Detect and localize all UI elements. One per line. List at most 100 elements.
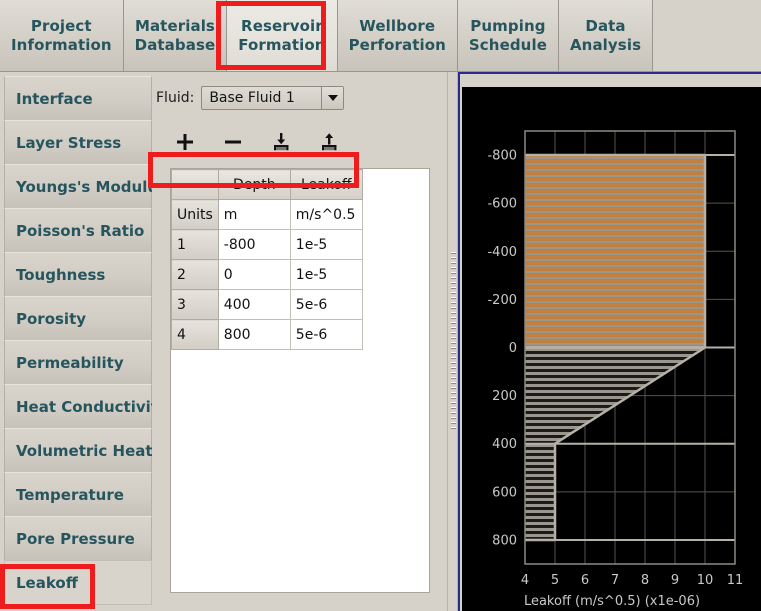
fluid-dropdown[interactable]: Base Fluid 1 <box>201 86 345 110</box>
column-header-index[interactable] <box>171 169 219 200</box>
sidebar-item-label: Pore Pressure <box>16 529 135 548</box>
tab-label: Pumping Schedule <box>468 16 547 54</box>
minus-icon <box>225 140 241 144</box>
tab-label: Wellbore Perforation <box>348 16 446 54</box>
table-row[interactable]: Units m m/s^0.5 <box>171 199 363 230</box>
cell-depth[interactable]: 800 <box>217 319 291 350</box>
sidebar-item-temperature[interactable]: Temperature <box>4 472 152 517</box>
sidebar-item-label: Toughness <box>16 265 106 284</box>
y-tick-label: 400 <box>492 437 517 452</box>
x-tick-label: 10 <box>697 573 714 588</box>
x-tick-label: 11 <box>727 573 744 588</box>
y-tick-label: -600 <box>487 197 517 212</box>
chart-canvas[interactable]: -800 -600 -400 -200 0 200 400 600 800 4 5 6 7 8 9 10 11… <box>462 87 761 611</box>
cell-leakoff[interactable]: 5e-6 <box>289 319 363 350</box>
tab-pumping-schedule[interactable]: Pumping Schedule <box>457 0 559 71</box>
splitter-grip <box>451 251 456 432</box>
main-tab-bar: Project Information Materials Database R… <box>0 0 761 72</box>
tab-project-information[interactable]: Project Information <box>0 0 124 71</box>
tab-reservoir-formation[interactable]: Reservoir Formation <box>227 0 338 71</box>
cell-depth[interactable]: -800 <box>217 229 291 260</box>
sidebar-item-label: Leakoff <box>16 573 78 592</box>
cell-depth[interactable]: m <box>217 199 291 230</box>
export-table-button[interactable] <box>314 128 344 156</box>
column-header-leakoff[interactable]: Leakoff <box>289 169 363 200</box>
column-header-depth[interactable]: Depth <box>217 169 291 200</box>
sidebar-item-youngs-modulus[interactable]: Youngs's Modulus <box>4 164 152 209</box>
x-tick-label: 8 <box>641 573 649 588</box>
row-header[interactable]: 2 <box>171 259 219 290</box>
cell-depth[interactable]: 0 <box>217 259 291 290</box>
import-table-button[interactable] <box>266 128 296 156</box>
table-row[interactable]: 3 400 5e-6 <box>171 289 363 320</box>
sidebar-item-volumetric-heat-capacity[interactable]: Volumetric Heat C <box>4 428 152 473</box>
add-row-button[interactable] <box>170 128 200 156</box>
sidebar-item-porosity[interactable]: Porosity <box>4 296 152 341</box>
row-header[interactable]: 1 <box>171 229 219 260</box>
leakoff-chart-panel: -800 -600 -400 -200 0 200 400 600 800 4 5 6 7 8 9 10 11… <box>458 72 761 611</box>
tab-label: Materials Database <box>134 16 216 54</box>
row-header[interactable]: 4 <box>171 319 219 350</box>
chevron-down-icon[interactable] <box>321 87 344 109</box>
property-sidebar: Interface Layer Stress Youngs's Modulus … <box>4 76 152 611</box>
y-tick-label: 200 <box>492 389 517 404</box>
tab-data-analysis[interactable]: Data Analysis <box>558 0 654 71</box>
cell-leakoff[interactable]: 1e-5 <box>289 229 363 260</box>
sidebar-item-label: Permeability <box>16 353 124 372</box>
sidebar-item-leakoff[interactable]: Leakoff <box>4 560 152 605</box>
fluid-dropdown-value: Base Fluid 1 <box>209 90 295 106</box>
sidebar-item-poissons-ratio[interactable]: Poisson's Ratio <box>4 208 152 253</box>
sidebar-item-label: Youngs's Modulus <box>16 177 152 196</box>
cell-leakoff[interactable]: m/s^0.5 <box>289 199 363 230</box>
fluid-selector-row: Fluid: Base Fluid 1 <box>156 86 345 110</box>
y-tick-label: 0 <box>509 341 517 356</box>
sidebar-item-heat-conductivity[interactable]: Heat Conductivity <box>4 384 152 429</box>
x-tick-label: 7 <box>611 573 619 588</box>
x-tick-label: 5 <box>551 573 559 588</box>
sidebar-item-label: Heat Conductivity <box>16 397 152 416</box>
sidebar-item-label: Volumetric Heat C <box>16 441 152 460</box>
table-row[interactable]: 2 0 1e-5 <box>171 259 363 290</box>
table-row[interactable]: 1 -800 1e-5 <box>171 229 363 260</box>
tab-label: Project Information <box>11 16 112 54</box>
cell-depth[interactable]: 400 <box>217 289 291 320</box>
sidebar-item-interface[interactable]: Interface <box>4 76 152 121</box>
x-tick-label: 9 <box>671 573 679 588</box>
y-tick-label: 800 <box>492 533 517 548</box>
tab-wellbore-perforation[interactable]: Wellbore Perforation <box>337 0 458 71</box>
leakoff-editor-panel: Fluid: Base Fluid 1 Depth Leakoff Units … <box>156 72 444 611</box>
tab-materials-database[interactable]: Materials Database <box>123 0 228 71</box>
y-tick-label: 600 <box>492 485 517 500</box>
x-axis-title: Leakoff (m/s^0.5) (x1e-06) <box>524 594 700 609</box>
sidebar-item-layer-stress[interactable]: Layer Stress <box>4 120 152 165</box>
row-header[interactable]: 3 <box>171 289 219 320</box>
row-header[interactable]: Units <box>171 199 219 230</box>
y-tick-label: -200 <box>487 293 517 308</box>
leakoff-table-container[interactable]: Depth Leakoff Units m m/s^0.5 1 -800 1e-… <box>170 168 430 593</box>
sidebar-item-label: Poisson's Ratio <box>16 221 145 240</box>
sidebar-item-label: Interface <box>16 89 93 108</box>
sidebar-item-label: Temperature <box>16 485 124 504</box>
table-toolbar <box>170 128 344 156</box>
x-tick-label: 4 <box>521 573 529 588</box>
tab-label: Reservoir Formation <box>238 16 326 54</box>
sidebar-item-label: Porosity <box>16 309 87 328</box>
series-fill-0 <box>525 155 705 348</box>
table-row[interactable]: 4 800 5e-6 <box>171 319 363 350</box>
cell-leakoff[interactable]: 1e-5 <box>289 259 363 290</box>
sidebar-item-label: Layer Stress <box>16 133 122 152</box>
sidebar-item-toughness[interactable]: Toughness <box>4 252 152 297</box>
sidebar-item-permeability[interactable]: Permeability <box>4 340 152 385</box>
panel-splitter[interactable] <box>447 72 458 611</box>
leakoff-table: Depth Leakoff Units m m/s^0.5 1 -800 1e-… <box>171 169 363 350</box>
export-icon <box>322 133 337 151</box>
x-tick-label: 6 <box>581 573 589 588</box>
y-tick-label: -800 <box>487 149 517 164</box>
tab-bar-filler <box>653 0 761 71</box>
fluid-label: Fluid: <box>156 90 195 106</box>
table-header-row: Depth Leakoff <box>171 169 363 200</box>
leakoff-depth-plot: -800 -600 -400 -200 0 200 400 600 800 4 5 6 7 8 9 10 11… <box>462 87 761 611</box>
sidebar-item-pore-pressure[interactable]: Pore Pressure <box>4 516 152 561</box>
remove-row-button[interactable] <box>218 128 248 156</box>
cell-leakoff[interactable]: 5e-6 <box>289 289 363 320</box>
